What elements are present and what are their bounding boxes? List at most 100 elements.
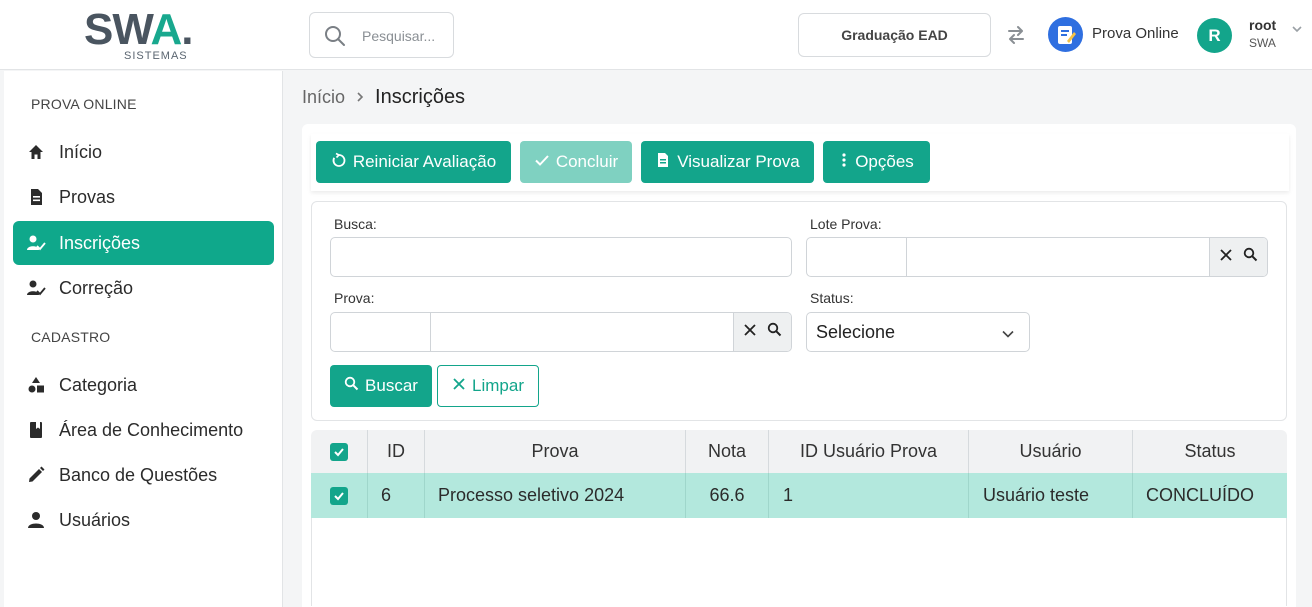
logo[interactable]: SWA. SISTEMAS (84, 8, 204, 64)
sidebar-item-correcao[interactable]: Correção (13, 266, 274, 310)
select-all-cell (311, 430, 368, 473)
global-search[interactable] (309, 12, 454, 58)
chevron-down-icon[interactable] (1291, 22, 1303, 40)
sidebar-item-banco-questoes[interactable]: Banco de Questões (13, 453, 274, 497)
close-icon[interactable] (743, 323, 757, 342)
more-vertical-icon (839, 152, 849, 173)
table-row[interactable]: 6 Processo seletivo 2024 66.6 1 Usuário … (311, 473, 1287, 518)
lote-prova-lookup-buttons (1209, 238, 1267, 276)
view-exam-button[interactable]: Visualizar Prova (641, 141, 814, 183)
search-input[interactable] (362, 25, 450, 47)
sidebar-item-label: Inscrições (59, 232, 141, 253)
sidebar-item-inicio[interactable]: Início (13, 130, 274, 174)
exam-app-icon[interactable] (1048, 17, 1083, 52)
app-label[interactable]: Prova Online (1092, 25, 1179, 42)
cell-prova: Processo seletivo 2024 (425, 473, 686, 518)
course-selector-button[interactable]: Graduação EAD (798, 13, 991, 57)
user-check-icon (13, 234, 59, 252)
conclude-button[interactable]: Concluir (520, 141, 632, 183)
row-select-cell (311, 473, 368, 518)
lote-prova-label: Lote Prova: (810, 216, 882, 232)
column-header-prova[interactable]: Prova (425, 430, 686, 473)
sidebar: PROVA ONLINE Início Provas Inscrições Co… (4, 71, 283, 607)
column-header-status[interactable]: Status (1133, 430, 1287, 473)
column-header-id-usuario-prova[interactable]: ID Usuário Prova (769, 430, 969, 473)
main-card: Reiniciar Avaliação Concluir Visualizar … (302, 124, 1296, 607)
cell-id: 6 (368, 473, 425, 518)
breadcrumb: Início Inscrições (302, 86, 465, 109)
top-header: SWA. SISTEMAS Graduação EAD Prova Online… (0, 0, 1312, 70)
busca-label: Busca: (334, 216, 377, 232)
status-select[interactable]: Selecione (806, 312, 1030, 352)
column-header-usuario[interactable]: Usuário (969, 430, 1133, 473)
logo-text-end: . (181, 5, 193, 54)
sidebar-item-label: Área de Conhecimento (59, 419, 244, 440)
chevron-down-icon (1001, 325, 1015, 346)
lote-prova-lookup (806, 237, 1268, 277)
search-icon (324, 25, 346, 52)
user-organization: SWA (1249, 36, 1276, 50)
sidebar-item-area-conhecimento[interactable]: Área de Conhecimento (13, 408, 274, 452)
search-button[interactable]: Buscar (330, 365, 432, 407)
sidebar-item-label: Usuários (59, 509, 131, 530)
cell-status: CONCLUÍDO (1146, 485, 1255, 505)
sidebar-item-categoria[interactable]: Categoria (13, 363, 274, 407)
user-name[interactable]: root (1249, 17, 1276, 33)
logo-text-accent: A (150, 5, 182, 54)
chevron-right-icon (355, 87, 365, 108)
prova-lookup-buttons (733, 313, 791, 351)
search-icon[interactable] (1243, 247, 1258, 267)
sidebar-item-label: Banco de Questões (59, 464, 218, 485)
restart-evaluation-button[interactable]: Reiniciar Avaliação (316, 141, 511, 183)
clear-button-label: Limpar (472, 376, 524, 395)
search-button-label: Buscar (365, 376, 418, 395)
clear-button[interactable]: Limpar (437, 365, 539, 407)
prova-label: Prova: (334, 290, 375, 306)
close-icon (452, 376, 466, 396)
column-header-id[interactable]: ID (368, 430, 425, 473)
cell-nota: 66.6 (686, 473, 769, 518)
filter-panel: Busca: Lote Prova: Prova: Status: Seleci… (311, 201, 1287, 421)
search-icon (344, 376, 359, 396)
book-icon (13, 421, 59, 439)
logo-wordmark: SWA. (84, 8, 204, 52)
close-icon[interactable] (1219, 248, 1233, 267)
status-label: Status: (810, 290, 854, 306)
document-icon (13, 188, 59, 206)
sidebar-item-label: Início (59, 141, 103, 162)
sidebar-item-provas[interactable]: Provas (13, 175, 274, 219)
table-empty-area (311, 518, 1287, 606)
options-button[interactable]: Opções (823, 141, 930, 183)
row-checkbox[interactable] (330, 486, 348, 505)
logo-text-start: SW (84, 5, 151, 54)
swap-icon[interactable] (1005, 24, 1027, 51)
search-icon[interactable] (767, 322, 782, 342)
user-check-icon (13, 279, 59, 297)
sidebar-item-usuarios[interactable]: Usuários (13, 498, 274, 542)
cell-usuario: Usuário teste (969, 473, 1133, 518)
sidebar-section-prova-online: PROVA ONLINE (31, 96, 137, 112)
shapes-icon (13, 376, 59, 394)
sidebar-item-inscricoes[interactable]: Inscrições (13, 221, 274, 265)
sidebar-item-label: Correção (59, 277, 134, 298)
select-all-checkbox[interactable] (330, 442, 348, 461)
restart-icon (331, 152, 347, 173)
avatar[interactable]: R (1197, 18, 1232, 53)
logo-subtitle: SISTEMAS (124, 50, 188, 62)
user-icon (13, 511, 59, 529)
lote-prova-code-input[interactable] (807, 238, 907, 276)
options-label: Opções (855, 152, 914, 171)
sidebar-section-cadastro: CADASTRO (31, 329, 111, 345)
prova-lookup (330, 312, 792, 352)
breadcrumb-home-link[interactable]: Início (302, 87, 345, 108)
status-select-value: Selecione (816, 321, 896, 342)
column-header-nota[interactable]: Nota (686, 430, 769, 473)
check-icon (534, 152, 550, 173)
conclude-label: Concluir (555, 152, 619, 171)
restart-evaluation-label: Reiniciar Avaliação (352, 152, 497, 171)
busca-input[interactable] (330, 237, 792, 277)
prova-code-input[interactable] (331, 313, 431, 351)
action-toolbar: Reiniciar Avaliação Concluir Visualizar … (311, 134, 1289, 191)
home-icon (13, 143, 59, 161)
table-header: ID Prova Nota ID Usuário Prova Usuário S… (311, 430, 1287, 473)
